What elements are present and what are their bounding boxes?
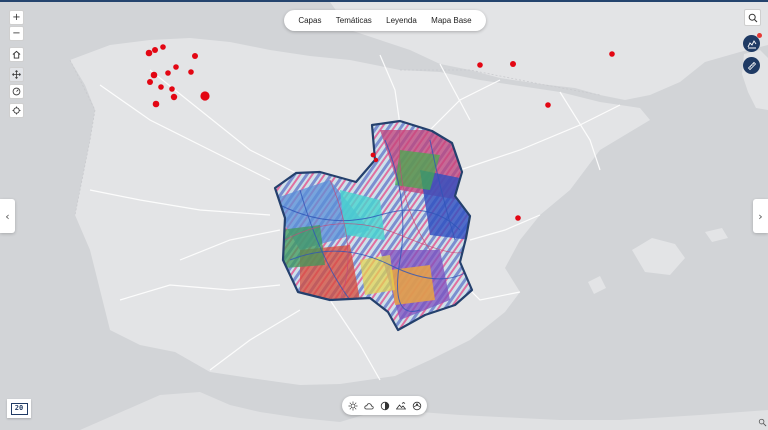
cloud-button[interactable] bbox=[363, 400, 374, 411]
map-marker bbox=[188, 69, 194, 75]
bottom-toolbar bbox=[342, 396, 427, 415]
menu-mapa-base[interactable]: Mapa Base bbox=[431, 16, 471, 25]
menu-capas[interactable]: Capas bbox=[298, 16, 321, 25]
landscape-icon bbox=[395, 401, 406, 409]
map-marker bbox=[173, 64, 179, 70]
map-marker bbox=[147, 79, 153, 85]
map-marker bbox=[145, 49, 153, 57]
map-marker bbox=[545, 102, 551, 108]
pan-button[interactable] bbox=[9, 67, 24, 82]
top-menu: Capas Temáticas Leyenda Mapa Base bbox=[284, 10, 486, 31]
map-marker bbox=[165, 70, 171, 76]
speedometer-icon bbox=[12, 87, 21, 96]
map-marker bbox=[170, 93, 178, 101]
drop-button[interactable] bbox=[411, 400, 422, 411]
sun-icon bbox=[348, 401, 357, 410]
resize-handle-icon[interactable] bbox=[758, 418, 767, 427]
notification-dot bbox=[757, 33, 762, 38]
app-logo[interactable]: 20 bbox=[7, 399, 31, 418]
logo-mark: 20 bbox=[10, 402, 28, 415]
ruler-button[interactable] bbox=[743, 57, 760, 74]
right-panel-toggle[interactable]: › bbox=[753, 199, 768, 233]
contrast-button[interactable] bbox=[379, 400, 390, 411]
map-marker bbox=[150, 71, 158, 79]
map-marker bbox=[192, 53, 198, 59]
map-marker bbox=[200, 91, 210, 101]
locate-icon bbox=[12, 106, 21, 115]
map-marker bbox=[510, 61, 516, 67]
contrast-icon bbox=[380, 401, 389, 410]
drop-icon bbox=[412, 401, 421, 410]
ruler-icon bbox=[747, 61, 756, 70]
cloud-icon bbox=[363, 402, 374, 409]
landscape-button[interactable] bbox=[395, 400, 406, 411]
chart-icon bbox=[747, 39, 756, 48]
menu-leyenda[interactable]: Leyenda bbox=[386, 16, 417, 25]
search-button[interactable] bbox=[744, 9, 761, 26]
map-marker bbox=[152, 47, 158, 53]
chart-button[interactable] bbox=[743, 33, 762, 52]
map-marker bbox=[169, 86, 175, 92]
move-icon bbox=[12, 70, 21, 79]
zoom-in-button[interactable]: + bbox=[9, 10, 24, 25]
menu-tematicas[interactable]: Temáticas bbox=[336, 16, 372, 25]
map-marker bbox=[160, 44, 166, 50]
left-panel-toggle[interactable]: ‹ bbox=[0, 199, 15, 233]
measure-button[interactable] bbox=[9, 84, 24, 99]
map-view[interactable] bbox=[0, 2, 768, 430]
map-marker bbox=[158, 84, 164, 90]
zoom-out-button[interactable]: − bbox=[9, 26, 24, 41]
home-icon bbox=[12, 50, 21, 59]
map-marker bbox=[609, 51, 615, 57]
home-button[interactable] bbox=[9, 47, 24, 62]
map-marker bbox=[370, 152, 376, 158]
map-marker bbox=[373, 157, 379, 163]
locate-button[interactable] bbox=[9, 103, 24, 118]
search-icon bbox=[748, 13, 757, 22]
map-marker bbox=[152, 100, 160, 108]
map-marker bbox=[515, 215, 521, 221]
map-marker bbox=[477, 62, 483, 68]
sun-button[interactable] bbox=[347, 400, 358, 411]
